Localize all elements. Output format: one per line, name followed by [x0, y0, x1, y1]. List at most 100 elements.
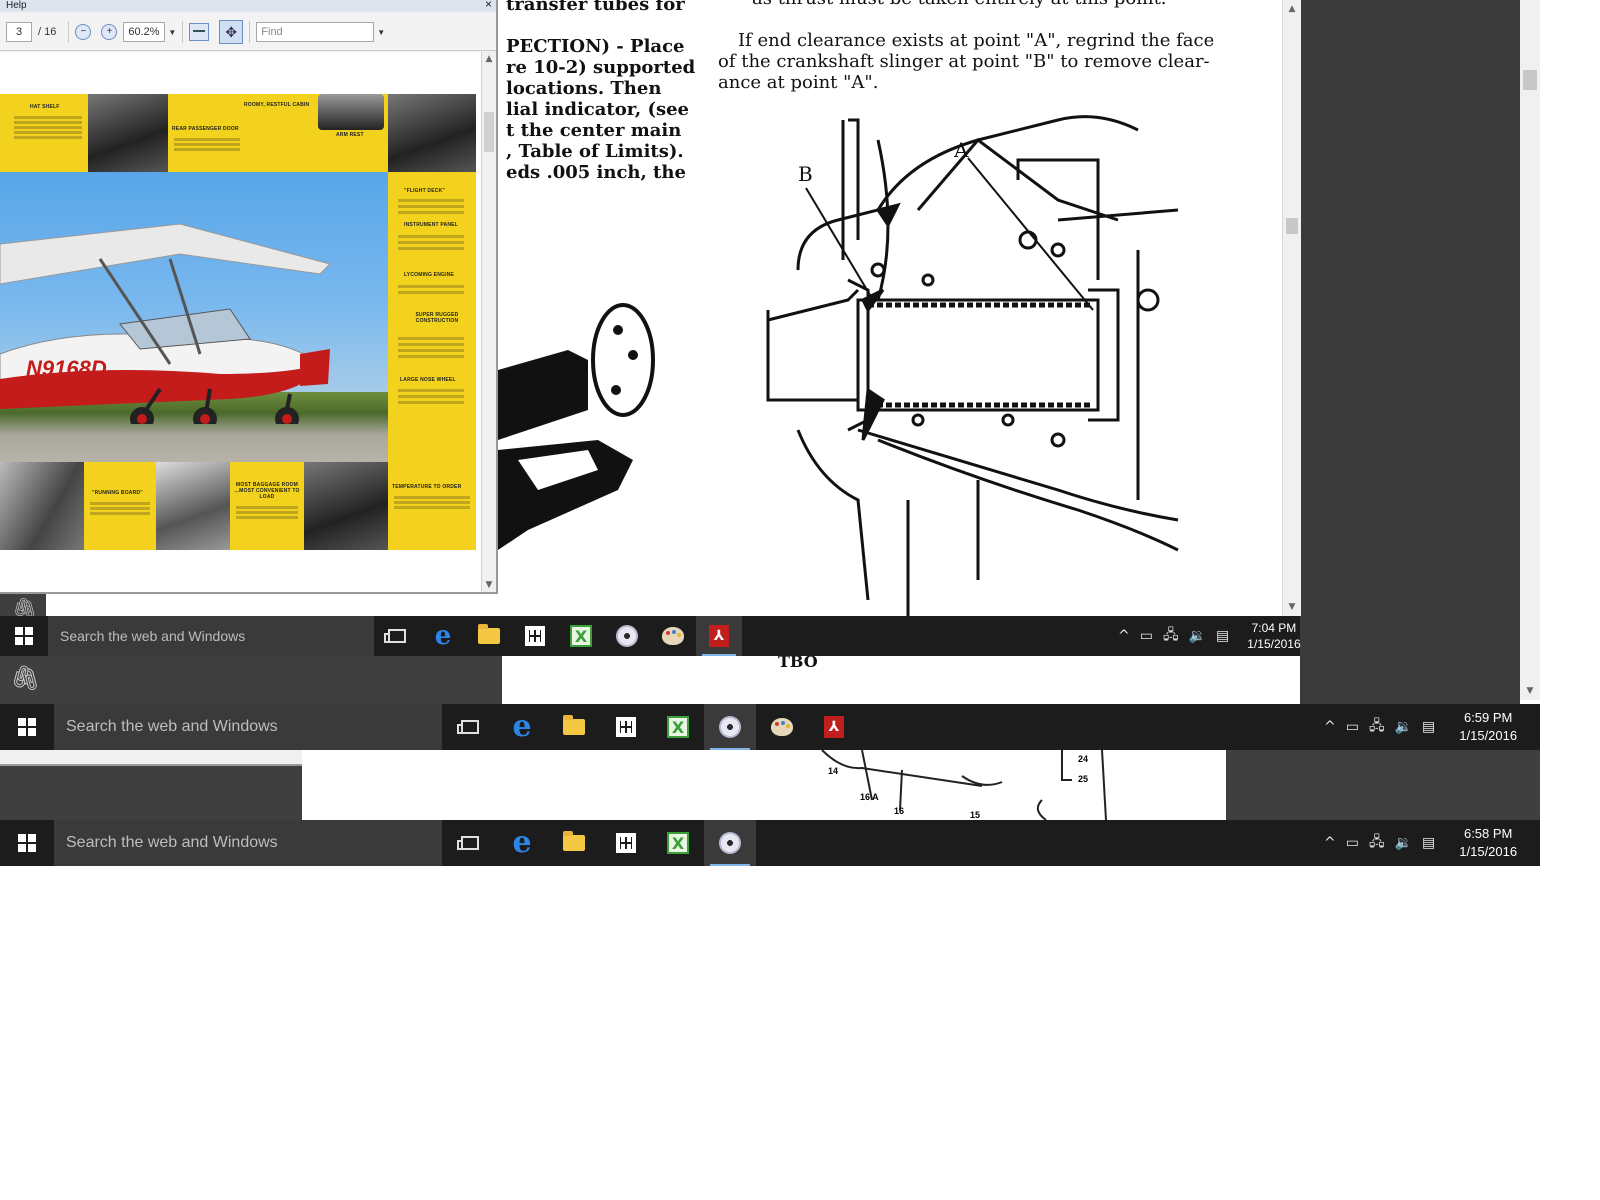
- action-center-icon[interactable]: ▤: [1422, 719, 1435, 735]
- scroll-down-arrow[interactable]: ▼: [482, 580, 496, 590]
- disc-app-button[interactable]: [704, 820, 756, 866]
- text-line: transfer tubes for: [506, 0, 685, 15]
- start-button[interactable]: [0, 616, 48, 656]
- zoom-out-icon[interactable]: −: [75, 24, 92, 40]
- file-explorer-button[interactable]: [466, 616, 512, 656]
- vertical-scrollbar[interactable]: ▲ ▼: [1282, 0, 1301, 616]
- scroll-up-arrow[interactable]: ▲: [1283, 4, 1301, 14]
- network-icon[interactable]: 🖧: [1163, 624, 1179, 648]
- scroll-thumb[interactable]: [1286, 218, 1298, 234]
- edge-button[interactable]: e: [420, 616, 466, 656]
- clock[interactable]: 7:04 PM 1/15/2016: [1247, 620, 1300, 652]
- system-tray: ^ ▭ 🖧 🔉 ▤ 6:58 PM 1/15/2016: [1324, 820, 1517, 866]
- edge-button[interactable]: e: [496, 820, 548, 866]
- vertical-scrollbar-small[interactable]: ▲ ▼: [481, 52, 496, 592]
- battery-icon[interactable]: ▭: [1346, 719, 1359, 735]
- caption-text: [398, 282, 464, 297]
- fit-window-icon[interactable]: ✥: [219, 20, 244, 44]
- disc-app-button[interactable]: [704, 704, 756, 750]
- windows-logo-icon: [18, 718, 36, 736]
- clock[interactable]: 6:58 PM 1/15/2016: [1459, 825, 1517, 860]
- task-view-button[interactable]: [374, 616, 420, 656]
- acrobat-button[interactable]: ⅄: [696, 616, 742, 656]
- zoom-in-icon[interactable]: +: [101, 24, 118, 40]
- part-label: 24: [1078, 754, 1089, 764]
- task-view-button[interactable]: [444, 704, 496, 750]
- airplane-illustration: [0, 223, 331, 424]
- vertical-scrollbar-back[interactable]: ▼: [1520, 0, 1540, 700]
- search-box[interactable]: Search the web and Windows: [54, 820, 442, 866]
- caption-text: [90, 500, 150, 517]
- green-app-icon: X: [667, 832, 689, 854]
- green-app-button[interactable]: X: [652, 820, 704, 866]
- toolbar-separator: [249, 21, 251, 43]
- caption-cell: Arm Rest: [318, 130, 388, 172]
- page-number-input[interactable]: 3: [6, 22, 32, 42]
- volume-icon[interactable]: 🔉: [1189, 628, 1206, 644]
- folder-icon: [478, 624, 500, 644]
- volume-icon[interactable]: 🔉: [1395, 719, 1412, 735]
- task-view-button[interactable]: [444, 820, 496, 866]
- scroll-thumb[interactable]: [1523, 70, 1537, 90]
- chevron-up-icon[interactable]: ^: [1324, 835, 1336, 851]
- caption-text: [174, 136, 240, 153]
- green-app-icon: X: [667, 716, 689, 738]
- toolbar-separator: [68, 21, 70, 43]
- menu-help[interactable]: Help: [6, 0, 27, 11]
- scroll-down-arrow[interactable]: ▼: [1283, 602, 1301, 612]
- store-button[interactable]: [512, 616, 558, 656]
- clock-time: 6:59 PM: [1463, 710, 1513, 726]
- store-button[interactable]: [600, 704, 652, 750]
- task-view-icon: [457, 836, 479, 850]
- paint-button[interactable]: [650, 616, 696, 656]
- store-button[interactable]: [600, 820, 652, 866]
- find-dropdown-chevron-icon[interactable]: ▼: [377, 28, 385, 37]
- document-viewer[interactable]: Hat Shelf Rear Passenger Door Roomy, Res…: [0, 52, 482, 592]
- chevron-up-icon[interactable]: ^: [1324, 719, 1336, 735]
- store-icon: [525, 626, 545, 646]
- caption-cell: "Running Board": [84, 462, 156, 550]
- scroll-thumb[interactable]: [484, 112, 494, 152]
- clock-date: 1/15/2016: [1459, 844, 1518, 859]
- caption-title: Super Rugged Construction: [415, 312, 459, 324]
- acrobat-button[interactable]: ⅄: [808, 704, 860, 750]
- fit-page-icon[interactable]: [189, 23, 210, 41]
- zoom-dropdown-chevron-icon[interactable]: ▼: [168, 28, 176, 37]
- action-center-icon[interactable]: ▤: [1422, 835, 1435, 851]
- photo-baggage: [156, 462, 230, 550]
- edge-icon: e: [512, 709, 532, 744]
- action-center-icon[interactable]: ▤: [1216, 628, 1229, 644]
- system-tray: ^ ▭ 🖧 🔉 ▤ 7:04 PM 1/15/2016: [1118, 616, 1301, 656]
- chevron-up-icon[interactable]: ^: [1118, 628, 1130, 644]
- search-box[interactable]: Search the web and Windows: [48, 616, 374, 656]
- green-app-button[interactable]: X: [652, 704, 704, 750]
- reader-background: [0, 655, 502, 704]
- paperclip-icon[interactable]: 🖇: [10, 664, 40, 692]
- file-explorer-button[interactable]: [548, 704, 600, 750]
- paint-button[interactable]: [756, 704, 808, 750]
- volume-icon[interactable]: 🔉: [1395, 835, 1412, 851]
- desktop-background: [1226, 750, 1540, 820]
- text-line: t the center main: [506, 120, 682, 141]
- back-document-page: TBO: [502, 652, 1064, 700]
- find-input[interactable]: Find: [256, 22, 375, 42]
- disc-app-button[interactable]: [604, 616, 650, 656]
- network-icon[interactable]: 🖧: [1369, 715, 1385, 739]
- file-explorer-button[interactable]: [548, 820, 600, 866]
- clock[interactable]: 6:59 PM 1/15/2016: [1459, 709, 1517, 744]
- battery-icon[interactable]: ▭: [1140, 628, 1153, 644]
- close-icon[interactable]: ×: [485, 0, 492, 10]
- text-line: of the crankshaft slinger at point "B" t…: [718, 51, 1210, 72]
- text-line: eds .005 inch, the: [506, 162, 686, 183]
- start-button[interactable]: [0, 704, 54, 750]
- scroll-down-arrow[interactable]: ▼: [1520, 686, 1540, 696]
- start-button[interactable]: [0, 820, 54, 866]
- network-icon[interactable]: 🖧: [1369, 831, 1385, 855]
- green-app-button[interactable]: X: [558, 616, 604, 656]
- scroll-up-arrow[interactable]: ▲: [482, 54, 496, 64]
- search-box[interactable]: Search the web and Windows: [54, 704, 442, 750]
- taskbar-apps: e X ⅄: [444, 704, 860, 750]
- battery-icon[interactable]: ▭: [1346, 835, 1359, 851]
- zoom-level-input[interactable]: 60.2%: [123, 22, 166, 42]
- edge-button[interactable]: e: [496, 704, 548, 750]
